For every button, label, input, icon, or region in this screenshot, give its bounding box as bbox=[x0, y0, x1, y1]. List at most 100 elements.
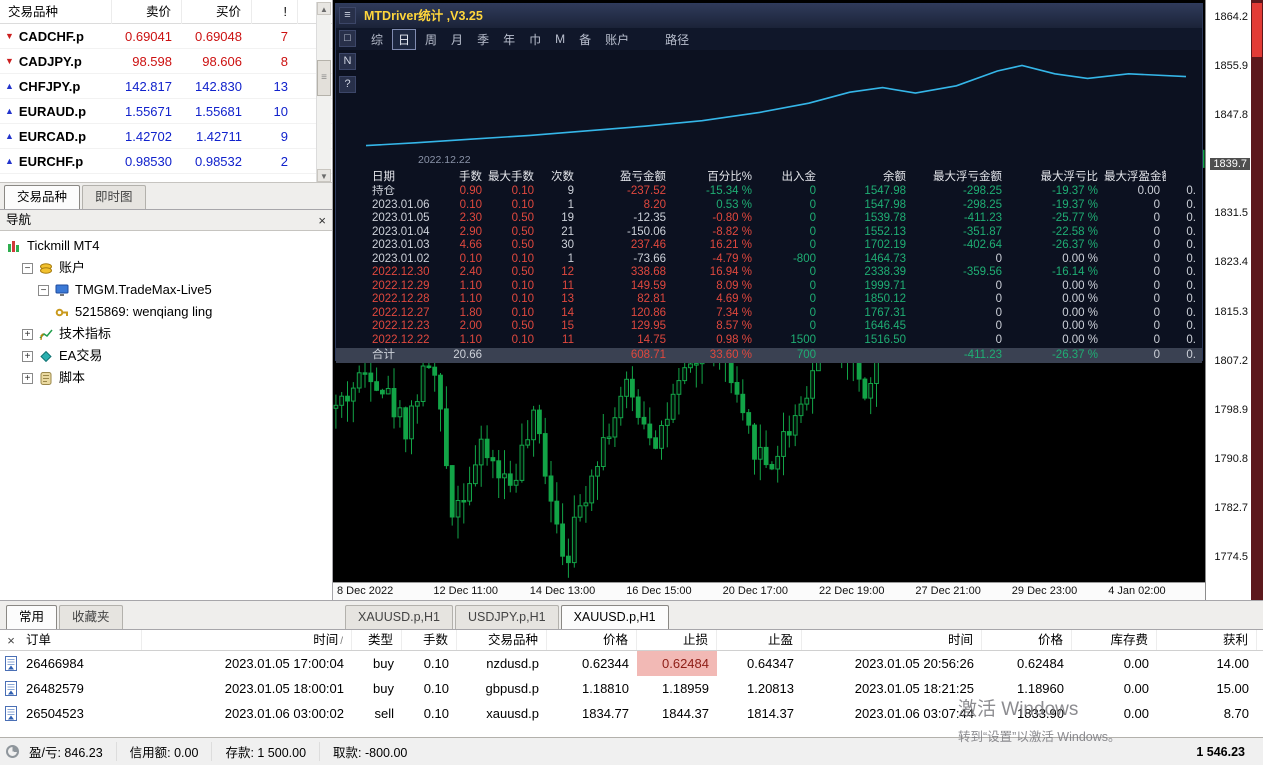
orders-close-button[interactable]: × bbox=[0, 630, 22, 650]
orders-header-cell[interactable]: 时间 / bbox=[142, 630, 352, 650]
stats-menu-item[interactable]: 月 bbox=[446, 30, 468, 49]
order-cell: sell bbox=[374, 706, 394, 721]
stats-cell: 700 bbox=[796, 349, 816, 361]
order-row[interactable]: 26482579 2023.01.05 18:00:01 buy 0.10 gbpusd… bbox=[0, 676, 1263, 701]
stats-cell: 0. bbox=[1186, 225, 1196, 238]
market-watch-tab-1[interactable]: 即时图 bbox=[82, 185, 146, 209]
stats-menu-item[interactable]: 日 bbox=[392, 28, 417, 50]
stats-header-cell: 盈亏金额 bbox=[620, 171, 666, 183]
order-cell: 8.70 bbox=[1223, 706, 1249, 721]
market-watch-row[interactable]: ▼ CADCHF.p 0.69041 0.69048 7 bbox=[0, 24, 332, 49]
order-cell: gbpusd.p bbox=[485, 681, 540, 696]
market-watch-scrollbar[interactable]: ▲ ≡ ▼ bbox=[316, 2, 331, 182]
market-watch-tab-0[interactable]: 交易品种 bbox=[4, 185, 81, 209]
stats-cell: 0 bbox=[1153, 239, 1160, 251]
stats-cell: 82.81 bbox=[637, 293, 666, 305]
orders-header-cell[interactable]: 时间 bbox=[802, 630, 982, 650]
order-row[interactable]: 26504523 2023.01.06 03:00:02 sell 0.10 xauus… bbox=[0, 701, 1263, 726]
symbol-name: CHFJPY.p bbox=[18, 79, 81, 94]
orders-header-cell[interactable]: 获利 bbox=[1157, 630, 1257, 650]
stats-cell: 0.50 bbox=[511, 239, 534, 251]
market-watch-row[interactable]: ▲ EURAUD.p 1.55671 1.55681 10 bbox=[0, 99, 332, 124]
stats-header: 日期 手数最大手数 次数 盈亏金额 百分比% 出入金 余额 最大浮亏金额 最大浮亏比最大浮盈金额 bbox=[336, 169, 1202, 185]
collapse-icon[interactable]: − bbox=[38, 284, 49, 296]
chart-region[interactable]: 8 Dec 2022 12 Dec 11:00 14 Dec 13:00 16 Dec… bbox=[333, 0, 1250, 600]
chart-tab-2[interactable]: XAUUSD.p,H1 bbox=[560, 605, 669, 629]
scroll-up-icon[interactable]: ▲ bbox=[317, 2, 331, 15]
price-label: 1774.5 bbox=[1214, 550, 1248, 563]
tree-item[interactable]: Tickmill MT4 bbox=[0, 235, 332, 257]
stats-side-button-1[interactable]: □ bbox=[339, 30, 356, 47]
expand-icon[interactable]: + bbox=[22, 328, 33, 340]
stats-cell: 0.10 bbox=[511, 185, 534, 197]
chart-tab-0[interactable]: XAUUSD.p,H1 bbox=[345, 605, 453, 629]
right-scrollbar[interactable] bbox=[1251, 0, 1263, 600]
order-row[interactable]: 26466984 2023.01.05 17:00:04 buy 0.10 nzdusd… bbox=[0, 651, 1263, 676]
tree-item[interactable]: + f 技术指标 bbox=[0, 323, 332, 345]
stats-window-titlebar[interactable]: MTDriver统计 ,V3.25 bbox=[336, 4, 1202, 28]
orders-header-cell[interactable]: 库存费 bbox=[1072, 630, 1157, 650]
stats-menu-item[interactable]: M bbox=[550, 31, 570, 47]
stats-menu-item[interactable]: 年 bbox=[498, 30, 520, 49]
stats-cell: 0.50 bbox=[511, 320, 534, 332]
tree-item[interactable]: − 账户 bbox=[0, 257, 332, 279]
orders-header-cell[interactable]: 价格 bbox=[547, 630, 637, 650]
stats-side-button-3[interactable]: ? bbox=[339, 76, 356, 93]
market-watch-row[interactable]: ▼ CADJPY.p 98.598 98.606 8 bbox=[0, 49, 332, 74]
navigator-tab-0[interactable]: 常用 bbox=[6, 605, 58, 629]
stats-menu-item[interactable]: 账户 bbox=[600, 30, 634, 49]
stats-cell: 1702.19 bbox=[864, 239, 906, 251]
navigator-close-icon[interactable]: × bbox=[318, 210, 326, 230]
stats-menu-item[interactable]: 备 bbox=[574, 30, 596, 49]
stats-side-button-0[interactable]: ≡ bbox=[339, 7, 356, 24]
order-cell: 2023.01.05 18:21:25 bbox=[854, 681, 974, 696]
stats-cell: 2.90 bbox=[459, 225, 482, 238]
tree-item[interactable]: + 脚本 bbox=[0, 367, 332, 389]
stats-cell: 0. bbox=[1186, 198, 1196, 211]
stats-cell: 1516.50 bbox=[864, 333, 906, 346]
orders-header-cell[interactable]: 类型 bbox=[352, 630, 402, 650]
stats-cell: -411.23 bbox=[963, 212, 1002, 224]
scroll-down-icon[interactable]: ▼ bbox=[317, 169, 331, 182]
stats-cell: 0 bbox=[1153, 212, 1160, 224]
chart-tab-1[interactable]: USDJPY.p,H1 bbox=[454, 605, 559, 629]
scrollbar-thumb[interactable]: ≡ bbox=[317, 60, 331, 96]
orders-header-cell[interactable]: 止损 bbox=[637, 630, 717, 650]
tree-item[interactable]: 5215869: wenqiang ling bbox=[0, 301, 332, 323]
stats-row: 2023.01.05 2.30 0.50 19 -12.35 -0.80 % 0 1539.7… bbox=[336, 212, 1202, 226]
stats-cell: 0 bbox=[809, 293, 816, 305]
stats-menu-item[interactable]: 路径 bbox=[660, 30, 694, 49]
stats-side-button-2[interactable]: N bbox=[339, 53, 356, 70]
stats-total-row: 合计 20.66 608.71 33.60 % 700 -411.23 -26.37 % 0 0… bbox=[336, 348, 1202, 363]
tree-item[interactable]: + EA交易 bbox=[0, 345, 332, 367]
order-cell: 1833.90 bbox=[1017, 706, 1064, 721]
orders-header-cell[interactable]: 价格 bbox=[982, 630, 1072, 650]
navigator-tab-1[interactable]: 收藏夹 bbox=[59, 605, 123, 629]
stats-cell: 0.50 bbox=[511, 225, 534, 238]
orders-header-cell[interactable]: 订单 bbox=[22, 630, 142, 650]
tree-item[interactable]: − TMGM.TradeMax-Live5 bbox=[0, 279, 332, 301]
stats-menu-item[interactable]: 周 bbox=[420, 30, 442, 49]
stats-menu-item[interactable]: 综 bbox=[366, 30, 388, 49]
stats-cell: 1500 bbox=[790, 333, 816, 346]
market-watch-row[interactable]: ▲ CHFJPY.p 142.817 142.830 13 bbox=[0, 74, 332, 99]
expand-icon[interactable]: + bbox=[22, 372, 33, 384]
right-scrollbar-thumb[interactable] bbox=[1252, 3, 1262, 57]
orders-header-cell[interactable]: 止盈 bbox=[717, 630, 802, 650]
script-icon bbox=[38, 371, 54, 385]
stats-header-cell: 出入金 bbox=[781, 171, 817, 183]
collapse-icon[interactable]: − bbox=[22, 262, 33, 274]
stats-menu-item[interactable]: 季 bbox=[472, 30, 494, 49]
bottom-tab-band: 常用 收藏夹 XAUUSD.p,H1 USDJPY.p,H1 XAUUSD.p,H1 bbox=[0, 600, 1263, 630]
market-watch-row[interactable]: ▲ EURCHF.p 0.98530 0.98532 2 bbox=[0, 149, 332, 174]
stats-cell: 33.60 % bbox=[709, 349, 752, 361]
stats-cell: 7.34 % bbox=[716, 306, 752, 319]
expand-icon[interactable]: + bbox=[22, 350, 33, 362]
symbol-name: EURCAD.p bbox=[18, 129, 87, 144]
stats-window[interactable]: MTDriver统计 ,V3.25 综日周月季年巾 M 备账户 路径 2022.12.… bbox=[335, 3, 1203, 363]
stats-menu-item[interactable]: 巾 bbox=[524, 30, 546, 49]
stats-cell: 0 bbox=[995, 306, 1002, 319]
orders-header-cell[interactable]: 手数 bbox=[402, 630, 457, 650]
market-watch-row[interactable]: ▲ EURCAD.p 1.42702 1.42711 9 bbox=[0, 124, 332, 149]
orders-header-cell[interactable]: 交易品种 bbox=[457, 630, 547, 650]
